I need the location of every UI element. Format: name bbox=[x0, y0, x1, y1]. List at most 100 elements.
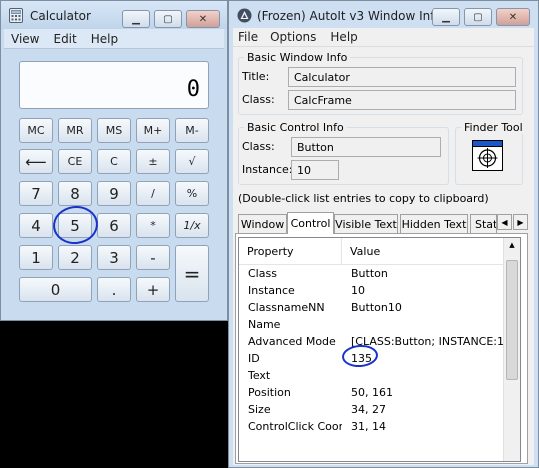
window-title-label: Title: bbox=[242, 70, 270, 83]
value-cell: 31, 14 bbox=[351, 420, 386, 433]
table-row[interactable]: Name bbox=[239, 316, 520, 333]
autoit-close-button[interactable]: ✕ bbox=[496, 8, 530, 26]
property-cell: Position bbox=[248, 386, 291, 399]
property-cell: Class bbox=[248, 267, 277, 280]
key-m-minus[interactable]: M- bbox=[175, 118, 209, 143]
tab-control[interactable]: Control bbox=[287, 212, 334, 234]
key-8[interactable]: 8 bbox=[58, 181, 92, 206]
tab-window[interactable]: Window bbox=[238, 214, 287, 234]
arrow-left-icon: ◀ bbox=[501, 217, 508, 227]
minimize-icon: ▁ bbox=[132, 13, 140, 25]
tab-scroll-left-button[interactable]: ◀ bbox=[497, 214, 512, 230]
maximize-button[interactable]: ▢ bbox=[154, 10, 182, 28]
key-m-plus[interactable]: M+ bbox=[136, 118, 170, 143]
key-subtract[interactable]: - bbox=[136, 245, 170, 270]
table-row[interactable]: ControlClick Coords 31, 14 bbox=[239, 418, 520, 435]
finder-tool-heading: Finder Tool bbox=[461, 121, 526, 134]
minimize-button[interactable]: ▁ bbox=[122, 10, 150, 28]
value-cell bbox=[342, 367, 504, 384]
close-icon: ✕ bbox=[198, 13, 208, 25]
value-cell: 50, 161 bbox=[351, 386, 393, 399]
control-instance-label: Instance: bbox=[242, 163, 293, 176]
arrow-right-icon: ▶ bbox=[517, 217, 524, 227]
key-percent[interactable]: % bbox=[175, 181, 209, 206]
key-9[interactable]: 9 bbox=[97, 181, 131, 206]
key-0[interactable]: 0 bbox=[19, 277, 92, 302]
menu-help[interactable]: Help bbox=[84, 32, 125, 46]
table-row[interactable]: Instance 10 bbox=[239, 282, 520, 299]
minimize-icon: ▁ bbox=[442, 11, 450, 23]
key-6[interactable]: 6 bbox=[97, 213, 131, 238]
menu-file[interactable]: File bbox=[233, 30, 263, 44]
value-cell: Button bbox=[351, 267, 388, 280]
key-c[interactable]: C bbox=[97, 149, 131, 174]
menu-help[interactable]: Help bbox=[323, 30, 364, 44]
close-button[interactable]: ✕ bbox=[186, 10, 220, 28]
property-cell: ControlClick Coords bbox=[248, 420, 342, 433]
property-cell: Text bbox=[248, 369, 271, 382]
calculator-window: Calculator ▁ ▢ ✕ View Edit Help 0 MC MR … bbox=[0, 0, 228, 321]
scrollbar-thumb[interactable] bbox=[506, 260, 518, 380]
key-4[interactable]: 4 bbox=[19, 213, 53, 238]
key-3[interactable]: 3 bbox=[97, 245, 131, 270]
key-mc[interactable]: MC bbox=[19, 118, 53, 143]
key-ce[interactable]: CE bbox=[58, 149, 92, 174]
key-7[interactable]: 7 bbox=[19, 181, 53, 206]
table-row[interactable]: Text bbox=[239, 367, 520, 384]
key-reciprocal[interactable]: 1/x bbox=[175, 213, 209, 238]
autoit-maximize-button[interactable]: ▢ bbox=[464, 8, 492, 26]
key-ms[interactable]: MS bbox=[97, 118, 131, 143]
listview-body: Class Button Instance 10 ClassnameNN Button10… bbox=[239, 265, 520, 435]
value-cell: 10 bbox=[351, 284, 365, 297]
table-row[interactable]: Advanced Mode [CLASS:Button; INSTANCE:10] bbox=[239, 333, 520, 350]
property-cell: Instance bbox=[248, 284, 295, 297]
maximize-icon: ▢ bbox=[473, 11, 483, 23]
control-instance-field[interactable]: 10 bbox=[291, 160, 339, 180]
value-cell bbox=[342, 316, 504, 333]
table-row[interactable]: ClassnameNN Button10 bbox=[239, 299, 520, 316]
listview-scrollbar[interactable]: ▲ bbox=[503, 238, 520, 461]
menu-edit[interactable]: Edit bbox=[46, 32, 83, 46]
tab-visible-text[interactable]: Visible Text bbox=[334, 214, 398, 234]
key-2[interactable]: 2 bbox=[58, 245, 92, 270]
column-header-property[interactable]: Property bbox=[239, 238, 342, 264]
table-row[interactable]: Size 34, 27 bbox=[239, 401, 520, 418]
key-sqrt[interactable]: √ bbox=[175, 149, 209, 174]
scroll-up-icon[interactable]: ▲ bbox=[506, 241, 518, 253]
table-row[interactable]: Position 50, 161 bbox=[239, 384, 520, 401]
control-class-field[interactable]: Button bbox=[291, 137, 441, 157]
tab-statusbar[interactable]: StatusBar bbox=[470, 214, 497, 234]
key-divide[interactable]: / bbox=[136, 181, 170, 206]
property-cell: Advanced Mode bbox=[248, 335, 336, 348]
property-listview[interactable]: Property Value Class Button Instance 10 Clas… bbox=[238, 237, 521, 462]
menu-options[interactable]: Options bbox=[263, 30, 323, 44]
key-mr[interactable]: MR bbox=[58, 118, 92, 143]
property-cell: ClassnameNN bbox=[248, 301, 325, 314]
listview-header: Property Value bbox=[239, 238, 520, 265]
tab-hidden-text[interactable]: Hidden Text bbox=[400, 214, 468, 234]
column-header-value[interactable]: Value bbox=[342, 238, 505, 264]
tab-scroll-right-button[interactable]: ▶ bbox=[513, 214, 528, 230]
key-equals[interactable]: = bbox=[175, 245, 209, 302]
autoit-minimize-button[interactable]: ▁ bbox=[432, 8, 460, 26]
control-class-label: Class: bbox=[242, 140, 275, 153]
key-multiply[interactable]: * bbox=[136, 213, 170, 238]
crosshair-icon[interactable] bbox=[472, 140, 503, 171]
table-row[interactable]: ID 135 bbox=[239, 350, 520, 367]
key-backspace[interactable]: ⟵ bbox=[19, 149, 53, 174]
key-add[interactable]: + bbox=[136, 277, 170, 302]
display-value: 0 bbox=[186, 77, 200, 102]
calculator-icon bbox=[9, 8, 23, 23]
value-cell: Button10 bbox=[351, 301, 402, 314]
key-1[interactable]: 1 bbox=[19, 245, 53, 270]
table-row[interactable]: Class Button bbox=[239, 265, 520, 282]
calculator-display: 0 bbox=[19, 61, 209, 109]
window-class-field[interactable]: CalcFrame bbox=[288, 90, 516, 110]
calculator-titlebar[interactable]: Calculator ▁ ▢ ✕ bbox=[1, 1, 227, 29]
property-cell: ID bbox=[248, 352, 260, 365]
window-title-field[interactable]: Calculator bbox=[288, 67, 516, 87]
key-plus-minus[interactable]: ± bbox=[136, 149, 170, 174]
key-decimal[interactable]: . bbox=[97, 277, 131, 302]
menu-view[interactable]: View bbox=[4, 32, 46, 46]
basic-window-info-heading: Basic Window Info bbox=[244, 51, 351, 64]
